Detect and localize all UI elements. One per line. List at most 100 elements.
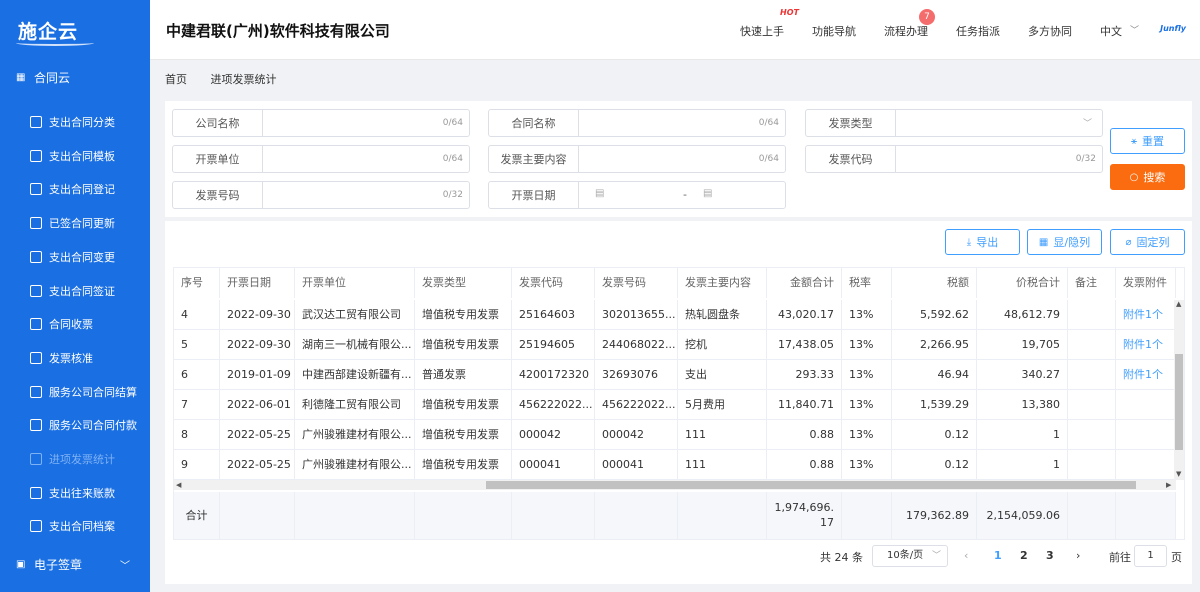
table-cell: 13% xyxy=(842,450,892,480)
date-range-input[interactable]: ▤ - ▤ xyxy=(579,182,785,208)
sidebar-item[interactable]: 支出合同变更 xyxy=(0,240,150,274)
scroll-right-icon[interactable]: ▶ xyxy=(1166,481,1171,489)
attachment-link[interactable]: 附件1个 xyxy=(1116,360,1176,390)
page-3[interactable]: 3 xyxy=(1046,549,1054,562)
header-nav-item[interactable]: 任务指派 xyxy=(956,23,1000,39)
table-cell: 1 xyxy=(977,420,1068,450)
table-cell: 8 xyxy=(174,420,220,450)
header-nav-item[interactable]: 流程办理 xyxy=(884,23,928,39)
page-suffix: 页 xyxy=(1171,551,1182,564)
export-button[interactable]: ⤓ 导出 xyxy=(945,229,1020,255)
table-row[interactable]: 8 2022-05-25 广州骏雅建材有限公... 增值税专用发票 000042 0000… xyxy=(174,420,1176,450)
column-header[interactable]: 开票日期 xyxy=(220,268,295,298)
filter-input[interactable]: 0/32 xyxy=(896,146,1102,172)
scroll-down-icon[interactable]: ▼ xyxy=(1176,470,1181,478)
column-header[interactable]: 备注 xyxy=(1068,268,1116,298)
horizontal-scroll-thumb[interactable] xyxy=(486,481,1136,489)
sidebar-item-label: 支出合同签证 xyxy=(49,284,115,298)
menu-group-e-seal[interactable]: ▣ 电子签章 ﹀ xyxy=(0,548,150,580)
reset-button[interactable]: ⚹ 重置 xyxy=(1110,128,1185,154)
char-counter: 0/64 xyxy=(442,118,463,128)
menu-group-label: 合同云 xyxy=(34,70,71,85)
filter-input[interactable]: 0/64 xyxy=(579,146,785,172)
sidebar-item[interactable]: 进项发票统计 xyxy=(0,442,150,476)
summary-cell: 179,362.89 xyxy=(892,492,977,539)
horizontal-scrollbar[interactable]: ◀ ▶ xyxy=(174,480,1176,490)
column-header[interactable]: 发票附件 xyxy=(1116,268,1176,298)
sidebar-item[interactable]: 支出往来账款 xyxy=(0,476,150,510)
search-button[interactable]: ○ 搜索 xyxy=(1110,164,1185,190)
sidebar-item[interactable]: 已签合同更新 xyxy=(0,206,150,240)
invoice-type-select[interactable]: ﹀ xyxy=(896,110,1102,136)
menu-group-contract-cloud[interactable]: ▦ 合同云 xyxy=(0,60,150,94)
vertical-scrollbar[interactable]: ▲ ▼ xyxy=(1174,300,1184,480)
filter-field[interactable]: 发票主要内容 0/64 xyxy=(488,145,786,173)
filter-input[interactable]: 0/64 xyxy=(579,110,785,136)
column-header[interactable]: 发票主要内容 xyxy=(678,268,767,298)
sidebar-item[interactable]: 支出合同档案 xyxy=(0,509,150,543)
sidebar-item[interactable]: 支出合同模板 xyxy=(0,139,150,173)
goto-page-input[interactable]: 1 xyxy=(1134,545,1167,567)
sidebar-item-label: 进项发票统计 xyxy=(49,453,115,466)
fix-columns-label: 固定列 xyxy=(1136,236,1170,249)
sidebar-item[interactable]: 合同收票 xyxy=(0,307,150,341)
column-header[interactable]: 税额 xyxy=(892,268,977,298)
next-page-icon[interactable]: › xyxy=(1076,549,1080,562)
header-nav-item[interactable]: 功能导航 xyxy=(812,23,856,39)
toggle-columns-button[interactable]: ▦ 显/隐列 xyxy=(1027,229,1102,255)
header-nav-item[interactable]: 多方协同 xyxy=(1028,23,1072,39)
attachment-link[interactable]: 附件1个 xyxy=(1116,300,1176,330)
sidebar-item-label: 支出合同档案 xyxy=(49,520,115,534)
filter-label: 发票类型 xyxy=(806,110,896,136)
filter-field[interactable]: 发票代码 0/32 xyxy=(805,145,1103,173)
grid-icon: ▦ xyxy=(16,71,26,83)
sidebar-item[interactable]: 服务公司合同付款 xyxy=(0,408,150,442)
column-header[interactable]: 发票号码 xyxy=(595,268,678,298)
table-row[interactable]: 9 2022-05-25 广州骏雅建材有限公... 增值税专用发票 000041 0000… xyxy=(174,450,1176,480)
column-header[interactable]: 金额合计 xyxy=(767,268,842,298)
column-header[interactable]: 发票代码 xyxy=(512,268,595,298)
filter-field[interactable]: 公司名称 0/64 xyxy=(172,109,470,137)
scroll-left-icon[interactable]: ◀ xyxy=(176,481,181,489)
column-header[interactable]: 开票单位 xyxy=(295,268,415,298)
sidebar-item[interactable]: 服务公司合同结算 xyxy=(0,375,150,409)
header-nav-item[interactable]: 中文 xyxy=(1100,23,1122,39)
attachment-link[interactable]: 附件1个 xyxy=(1116,330,1176,360)
sidebar-item[interactable]: 发票核准 xyxy=(0,341,150,375)
breadcrumb-home[interactable]: 首页 xyxy=(165,73,187,86)
header-nav-item[interactable]: 快速上手 xyxy=(740,23,784,39)
sidebar-item[interactable]: 支出合同登记 xyxy=(0,172,150,206)
scroll-up-icon[interactable]: ▲ xyxy=(1176,300,1181,308)
vertical-scroll-thumb[interactable] xyxy=(1175,354,1183,450)
filter-input[interactable]: 0/64 xyxy=(263,146,469,172)
fix-columns-button[interactable]: ⌀ 固定列 xyxy=(1110,229,1185,255)
filter-field[interactable]: 发票号码 0/32 xyxy=(172,181,470,209)
table-row[interactable]: 5 2022-09-30 湖南三一机械有限公... 增值税专用发票 25194605 24… xyxy=(174,330,1176,360)
page-2[interactable]: 2 xyxy=(1020,549,1028,562)
column-header[interactable]: 发票类型 xyxy=(415,268,512,298)
sidebar-item-label: 服务公司合同结算 xyxy=(49,385,137,399)
sidebar-item[interactable]: 支出合同签证 xyxy=(0,274,150,308)
prev-page-icon[interactable]: ‹ xyxy=(964,549,968,562)
page-size-select[interactable]: 10条/页 ﹀ xyxy=(872,545,948,567)
table-cell: 13% xyxy=(842,300,892,330)
table-row[interactable]: 6 2019-01-09 中建西部建设新疆有... 普通发票 4200172320 326… xyxy=(174,360,1176,390)
filter-field[interactable]: 发票类型 ﹀ xyxy=(805,109,1103,137)
filter-field[interactable]: 合同名称 0/64 xyxy=(488,109,786,137)
sidebar-item[interactable]: 支出合同分类 xyxy=(0,105,150,139)
filter-input[interactable]: 0/32 xyxy=(263,182,469,208)
table-cell: 000042 xyxy=(595,420,678,450)
column-header[interactable]: 税率 xyxy=(842,268,892,298)
column-header[interactable]: 序号 xyxy=(174,268,220,298)
filter-field[interactable]: 开票日期 ▤ - ▤ xyxy=(488,181,786,209)
filter-field[interactable]: 开票单位 0/64 xyxy=(172,145,470,173)
table-row[interactable]: 4 2022-09-30 武汉达工贸有限公司 增值税专用发票 25164603 30201… xyxy=(174,300,1176,330)
column-header[interactable]: 价税合计 xyxy=(977,268,1068,298)
chevron-down-icon[interactable]: ﹀ xyxy=(1130,23,1139,36)
seal-icon: ▣ xyxy=(16,558,26,570)
page-1[interactable]: 1 xyxy=(994,549,1002,562)
char-counter: 0/32 xyxy=(1075,154,1096,164)
table-row[interactable]: 7 2022-06-01 利德隆工贸有限公司 增值税专用发票 456222022... 4… xyxy=(174,390,1176,420)
filter-input[interactable]: 0/64 xyxy=(263,110,469,136)
filter-label: 公司名称 xyxy=(173,110,263,136)
